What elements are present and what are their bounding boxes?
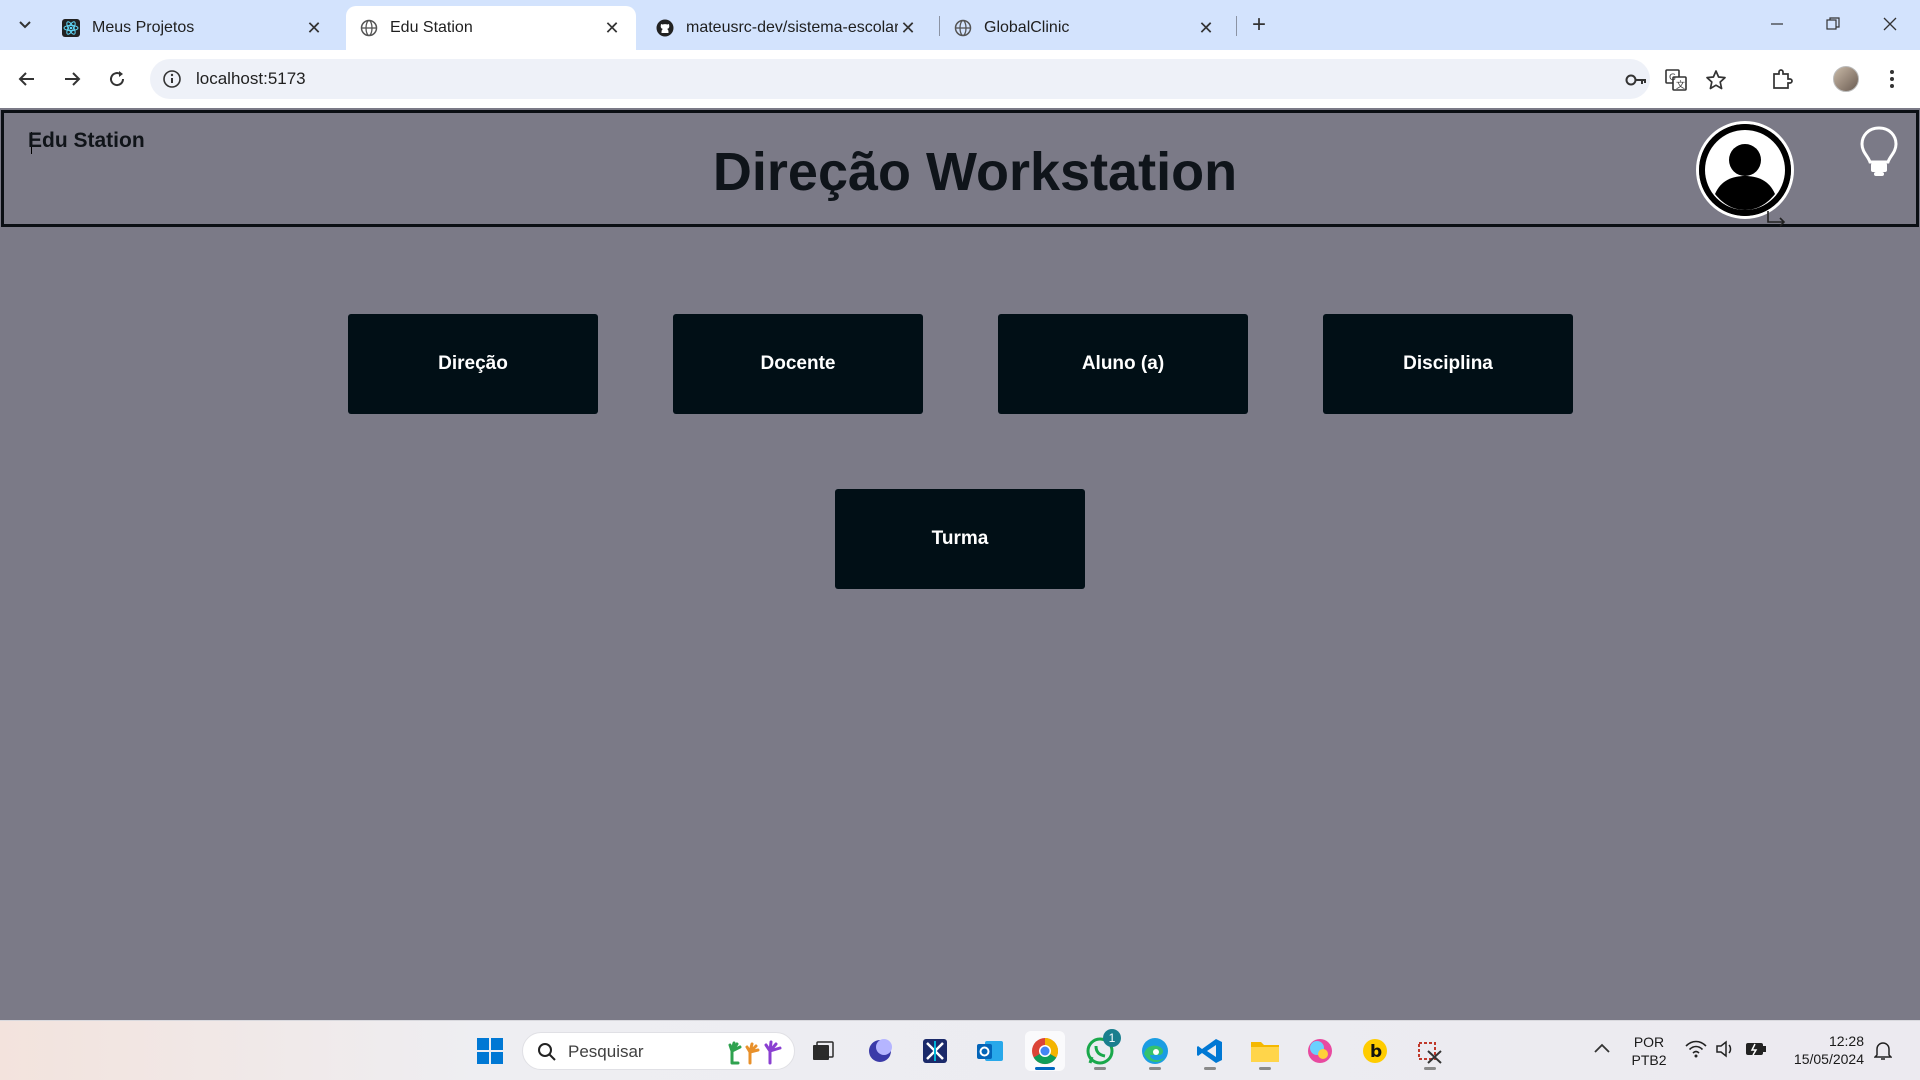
svg-text:G: G	[1669, 73, 1676, 83]
translate-icon[interactable]: G文	[1665, 69, 1687, 91]
url-text: localhost:5173	[196, 69, 306, 88]
card-disciplina[interactable]: Disciplina	[1323, 314, 1573, 414]
back-arrow-icon[interactable]	[10, 62, 44, 96]
notification-bell-icon[interactable]	[1873, 1041, 1893, 1066]
tab-search-chevron-icon[interactable]	[10, 9, 40, 39]
language-indicator[interactable]: POR PTB2	[1628, 1033, 1670, 1069]
taskbar-search-input[interactable]: Pesquisar	[522, 1032, 795, 1070]
bing-b-icon[interactable]: b	[1355, 1031, 1395, 1071]
minimize-icon[interactable]	[1757, 8, 1797, 40]
globe-icon	[954, 19, 972, 37]
outlook-icon[interactable]	[970, 1031, 1010, 1071]
logout-arrow-icon[interactable]	[1766, 209, 1788, 227]
volume-icon[interactable]	[1715, 1040, 1735, 1063]
forward-arrow-icon[interactable]	[55, 62, 89, 96]
close-window-icon[interactable]	[1870, 8, 1910, 40]
card-direcao[interactable]: Direção	[348, 314, 598, 414]
user-profile-icon[interactable]	[1696, 121, 1794, 219]
photo-app-icon[interactable]	[1300, 1031, 1340, 1071]
tab-title: GlobalClinic	[984, 19, 1070, 36]
password-key-icon[interactable]	[1625, 69, 1647, 91]
app-header: Edu Station Direção Workstation	[1, 110, 1919, 227]
clock[interactable]: 12:28 15/05/2024	[1784, 1032, 1864, 1068]
clock-date: 15/05/2024	[1793, 1051, 1864, 1067]
bookmark-star-icon[interactable]	[1705, 69, 1727, 91]
task-view-icon[interactable]	[803, 1031, 843, 1071]
tab-title: Meus Projetos	[92, 19, 195, 36]
battery-charging-icon[interactable]	[1745, 1041, 1767, 1062]
file-explorer-icon[interactable]	[1245, 1031, 1285, 1071]
card-turma[interactable]: Turma	[835, 489, 1085, 589]
globe-icon	[360, 19, 378, 37]
windows-start-icon[interactable]	[470, 1031, 510, 1071]
new-tab-plus-icon[interactable]: +	[1245, 11, 1273, 39]
tab-close-icon[interactable]: ✕	[304, 18, 324, 38]
tab-close-icon[interactable]: ✕	[602, 18, 622, 38]
wifi-icon[interactable]	[1685, 1040, 1707, 1063]
snipping-tool-icon[interactable]	[1410, 1031, 1450, 1071]
tab-meus-projetos[interactable]: Meus Projetos ✕	[48, 6, 338, 50]
address-bar[interactable]: localhost:5173 G文	[150, 59, 1726, 99]
tab-title: Edu Station	[390, 19, 473, 36]
lightbulb-theme-icon[interactable]	[1859, 125, 1899, 179]
tab-close-icon[interactable]: ✕	[1196, 18, 1216, 38]
github-icon	[656, 19, 674, 37]
windows-taskbar: Pesquisar 1 b POR PTB2 12:28 15/05/2024	[0, 1020, 1920, 1080]
hands-doodle-icon	[728, 1040, 782, 1065]
card-docente[interactable]: Docente	[673, 314, 923, 414]
profile-avatar[interactable]	[1829, 62, 1863, 96]
search-placeholder: Pesquisar	[568, 1042, 644, 1061]
edge-icon[interactable]	[1135, 1031, 1175, 1071]
copilot-moon-icon[interactable]	[860, 1031, 900, 1071]
site-info-icon[interactable]	[162, 69, 182, 89]
tab-separator	[1236, 16, 1237, 36]
tab-github[interactable]: mateusrc-dev/sistema-escolar-f ✕	[642, 6, 932, 50]
svg-text:文: 文	[1676, 79, 1685, 91]
browser-toolbar: localhost:5173 G文	[0, 50, 1920, 108]
restore-icon[interactable]	[1813, 8, 1853, 40]
language-code: POR	[1633, 1034, 1665, 1050]
card-aluno[interactable]: Aluno (a)	[998, 314, 1248, 414]
svg-text:b: b	[1370, 1042, 1382, 1062]
reload-icon[interactable]	[100, 62, 134, 96]
notification-badge: 1	[1103, 1029, 1121, 1047]
tab-edu-station[interactable]: Edu Station ✕	[346, 6, 636, 50]
tab-close-icon[interactable]: ✕	[898, 18, 918, 38]
extensions-puzzle-icon[interactable]	[1765, 62, 1799, 96]
page-content: Edu Station Direção Workstation Direção …	[0, 108, 1920, 1020]
chrome-icon[interactable]	[1025, 1031, 1065, 1071]
page-title: Direção Workstation	[712, 142, 1238, 202]
more-menu-icon[interactable]	[1875, 62, 1909, 96]
capcut-icon[interactable]	[915, 1031, 955, 1071]
tab-title: mateusrc-dev/sistema-escolar-f	[686, 19, 898, 36]
vscode-icon[interactable]	[1190, 1031, 1230, 1071]
browser-tabstrip: Meus Projetos ✕ Edu Station ✕ mateusrc-d…	[0, 0, 1920, 50]
show-hidden-chevron-icon[interactable]	[1592, 1039, 1616, 1063]
keyboard-layout: PTB2	[1631, 1052, 1667, 1068]
tab-globalclinic[interactable]: GlobalClinic ✕	[940, 6, 1230, 50]
react-icon	[62, 19, 80, 37]
search-icon	[538, 1043, 556, 1061]
clock-time: 12:28	[1828, 1033, 1864, 1049]
whatsapp-icon[interactable]: 1	[1080, 1029, 1121, 1071]
